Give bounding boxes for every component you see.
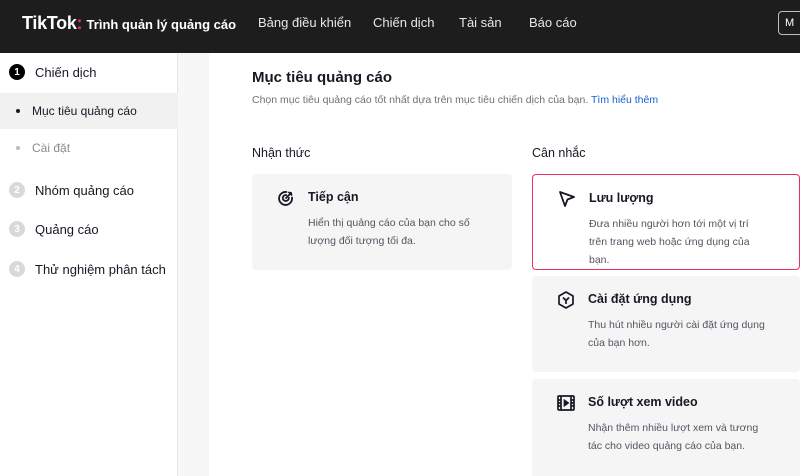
page-title: Mục tiêu quảng cáo bbox=[252, 69, 393, 86]
card-description: Thu hút nhiều người cài đặt ứng dụng của… bbox=[588, 319, 765, 349]
card-description: Hiển thị quảng cáo của bạn cho số lượng … bbox=[308, 217, 470, 247]
step-number-badge: 1 bbox=[9, 64, 25, 80]
objective-card-traffic[interactable]: Lưu lượng Đưa nhiều người hơn tới một vị… bbox=[532, 174, 800, 270]
nav-assets[interactable]: Tài sản bbox=[459, 15, 502, 30]
card-title: Số lượt xem video bbox=[588, 395, 698, 409]
nav-reports[interactable]: Báo cáo bbox=[529, 15, 577, 30]
step-label: Nhóm quảng cáo bbox=[35, 182, 135, 198]
sidebar: 1 Chiến dịch Mục tiêu quảng cáo Cài đặt … bbox=[0, 53, 178, 476]
step-label: Quảng cáo bbox=[35, 221, 99, 237]
card-description: Nhận thêm nhiều lượt xem và tương tác ch… bbox=[588, 422, 759, 452]
tiktok-wordmark: TikTok bbox=[22, 13, 77, 33]
bullet-icon bbox=[16, 109, 20, 113]
card-title: Cài đặt ứng dụng bbox=[588, 292, 692, 306]
card-description: Đưa nhiều người hơn tới một vị trí trên … bbox=[589, 218, 750, 266]
nav-dashboard[interactable]: Bảng điều khiển bbox=[258, 15, 351, 30]
account-button[interactable]: M bbox=[778, 11, 800, 35]
step-number-badge: 4 bbox=[9, 261, 25, 277]
step-number-badge: 2 bbox=[9, 182, 25, 198]
sidebar-step-split-test[interactable]: 4 Thử nghiệm phân tách bbox=[0, 251, 178, 287]
main-area: Mục tiêu quảng cáo Chọn mục tiêu quảng c… bbox=[178, 53, 800, 476]
nav-campaign[interactable]: Chiến dịch bbox=[373, 15, 434, 30]
subtitle-text: Chọn mục tiêu quảng cáo tốt nhất dựa trê… bbox=[252, 94, 589, 106]
bullet-icon bbox=[16, 146, 20, 150]
card-title: Lưu lượng bbox=[589, 191, 654, 205]
objective-card-reach[interactable]: Tiếp cận Hiển thị quảng cáo của bạn cho … bbox=[252, 174, 512, 270]
app-name: Trình quản lý quảng cáo bbox=[86, 17, 237, 32]
substep-label: Cài đặt bbox=[32, 141, 71, 155]
column-title-consideration: Cân nhắc bbox=[532, 146, 586, 160]
sidebar-substep-settings[interactable]: Cài đặt bbox=[0, 130, 178, 166]
cube-icon bbox=[556, 290, 576, 310]
step-label: Thử nghiệm phân tách bbox=[35, 261, 166, 277]
objective-card-video-views[interactable]: Số lượt xem video Nhận thêm nhiều lượt x… bbox=[532, 379, 800, 476]
step-number-badge: 3 bbox=[9, 221, 25, 237]
target-icon bbox=[276, 188, 296, 208]
page-subtitle: Chọn mục tiêu quảng cáo tốt nhất dựa trê… bbox=[252, 94, 658, 106]
card-title: Tiếp cận bbox=[308, 190, 359, 204]
brand-colon: : bbox=[76, 13, 83, 33]
objective-card-app-install[interactable]: Cài đặt ứng dụng Thu hút nhiều người cài… bbox=[532, 276, 800, 372]
video-icon bbox=[556, 393, 576, 413]
substep-label: Mục tiêu quảng cáo bbox=[32, 104, 137, 118]
learn-more-link[interactable]: Tìm hiểu thêm bbox=[591, 94, 658, 106]
objective-panel: Mục tiêu quảng cáo Chọn mục tiêu quảng c… bbox=[209, 53, 800, 476]
sidebar-step-ad[interactable]: 3 Quảng cáo bbox=[0, 211, 178, 247]
cursor-icon bbox=[557, 189, 577, 209]
sidebar-step-adgroup[interactable]: 2 Nhóm quảng cáo bbox=[0, 172, 178, 208]
brand-logo[interactable]: TikTok : Trình quản lý quảng cáo bbox=[22, 13, 236, 34]
sidebar-step-campaign[interactable]: 1 Chiến dịch bbox=[0, 54, 178, 90]
step-label: Chiến dịch bbox=[35, 64, 97, 80]
sidebar-substep-objective[interactable]: Mục tiêu quảng cáo bbox=[0, 93, 178, 129]
top-bar: TikTok : Trình quản lý quảng cáo Bảng đi… bbox=[0, 0, 800, 53]
column-title-awareness: Nhận thức bbox=[252, 146, 311, 160]
